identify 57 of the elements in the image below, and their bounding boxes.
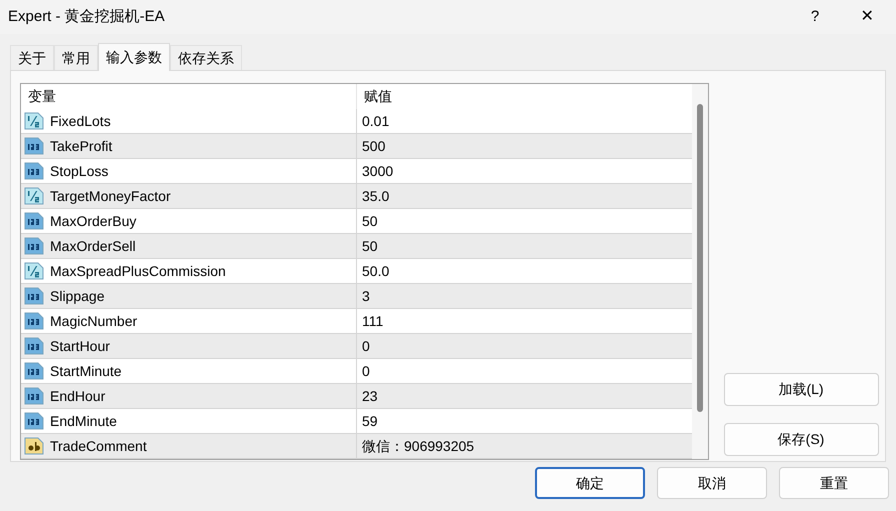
- parameter-value[interactable]: 50: [357, 234, 692, 258]
- integer-type-icon: [24, 287, 44, 305]
- tab[interactable]: 依存关系: [170, 45, 242, 70]
- integer-type-icon: [24, 237, 44, 255]
- parameter-name: StartMinute: [50, 362, 122, 380]
- parameter-name: MaxOrderBuy: [50, 212, 136, 231]
- parameter-value[interactable]: 微信：906993205: [357, 434, 692, 458]
- parameter-name: MaxSpreadPlusCommission: [50, 262, 226, 281]
- integer-type-icon: [24, 137, 44, 155]
- parameter-value[interactable]: 0.01: [357, 109, 692, 133]
- parameter-value[interactable]: 23: [357, 384, 692, 408]
- parameter-name: TargetMoneyFactor: [50, 186, 171, 206]
- integer-type-icon: [24, 412, 44, 430]
- parameter-name: Slippage: [50, 286, 104, 306]
- side-button[interactable]: 加载(L): [724, 373, 878, 406]
- dialog-button[interactable]: 确定: [535, 467, 645, 499]
- scrollbar-thumb[interactable]: [697, 104, 703, 412]
- tab[interactable]: 输入参数: [98, 43, 170, 71]
- fraction-type-icon: [24, 187, 44, 205]
- fraction-type-icon: [24, 262, 44, 280]
- close-button[interactable]: ✕: [838, 0, 896, 34]
- integer-type-icon: [24, 212, 44, 230]
- dialog-button[interactable]: 取消: [657, 467, 767, 499]
- tab[interactable]: 常用: [54, 45, 98, 70]
- parameter-name: FixedLots: [50, 112, 111, 130]
- parameter-name: StartHour: [50, 336, 110, 356]
- parameter-name: StopLoss: [50, 162, 108, 181]
- parameter-value[interactable]: 3: [357, 284, 692, 308]
- column-header[interactable]: 赋值: [357, 84, 692, 109]
- parameter-value[interactable]: 111: [357, 309, 692, 333]
- integer-type-icon: [24, 162, 44, 180]
- parameter-value[interactable]: 35.0: [357, 184, 692, 208]
- parameter-name: EndMinute: [50, 412, 117, 430]
- scrollbar[interactable]: [692, 84, 708, 459]
- parameter-name: MagicNumber: [50, 312, 138, 331]
- integer-type-icon: [24, 362, 44, 380]
- parameter-value[interactable]: 3000: [357, 159, 692, 183]
- parameter-name: EndHour: [50, 386, 106, 406]
- parameter-name: MaxOrderSell: [50, 236, 136, 256]
- integer-type-icon: [24, 387, 44, 405]
- fraction-type-icon: [24, 112, 44, 130]
- dialog-button[interactable]: 重置: [779, 467, 889, 499]
- tab[interactable]: 关于: [10, 45, 54, 70]
- parameter-value[interactable]: 59: [357, 409, 692, 433]
- help-button[interactable]: ?: [792, 0, 838, 34]
- parameter-name: TakeProfit: [50, 136, 112, 156]
- parameter-value[interactable]: 0: [357, 359, 692, 383]
- parameter-value[interactable]: 50.0: [357, 259, 692, 283]
- parameter-value[interactable]: 0: [357, 334, 692, 358]
- integer-type-icon: [24, 337, 44, 355]
- parameter-value[interactable]: 500: [357, 134, 692, 158]
- side-button[interactable]: 保存(S): [724, 423, 878, 456]
- integer-type-icon: [24, 312, 44, 330]
- window-title: Expert - 黄金挖掘机-EA: [7, 6, 166, 27]
- parameter-value[interactable]: 50: [357, 209, 692, 233]
- parameter-name: TradeComment: [50, 436, 147, 456]
- text-type-icon: [24, 437, 44, 455]
